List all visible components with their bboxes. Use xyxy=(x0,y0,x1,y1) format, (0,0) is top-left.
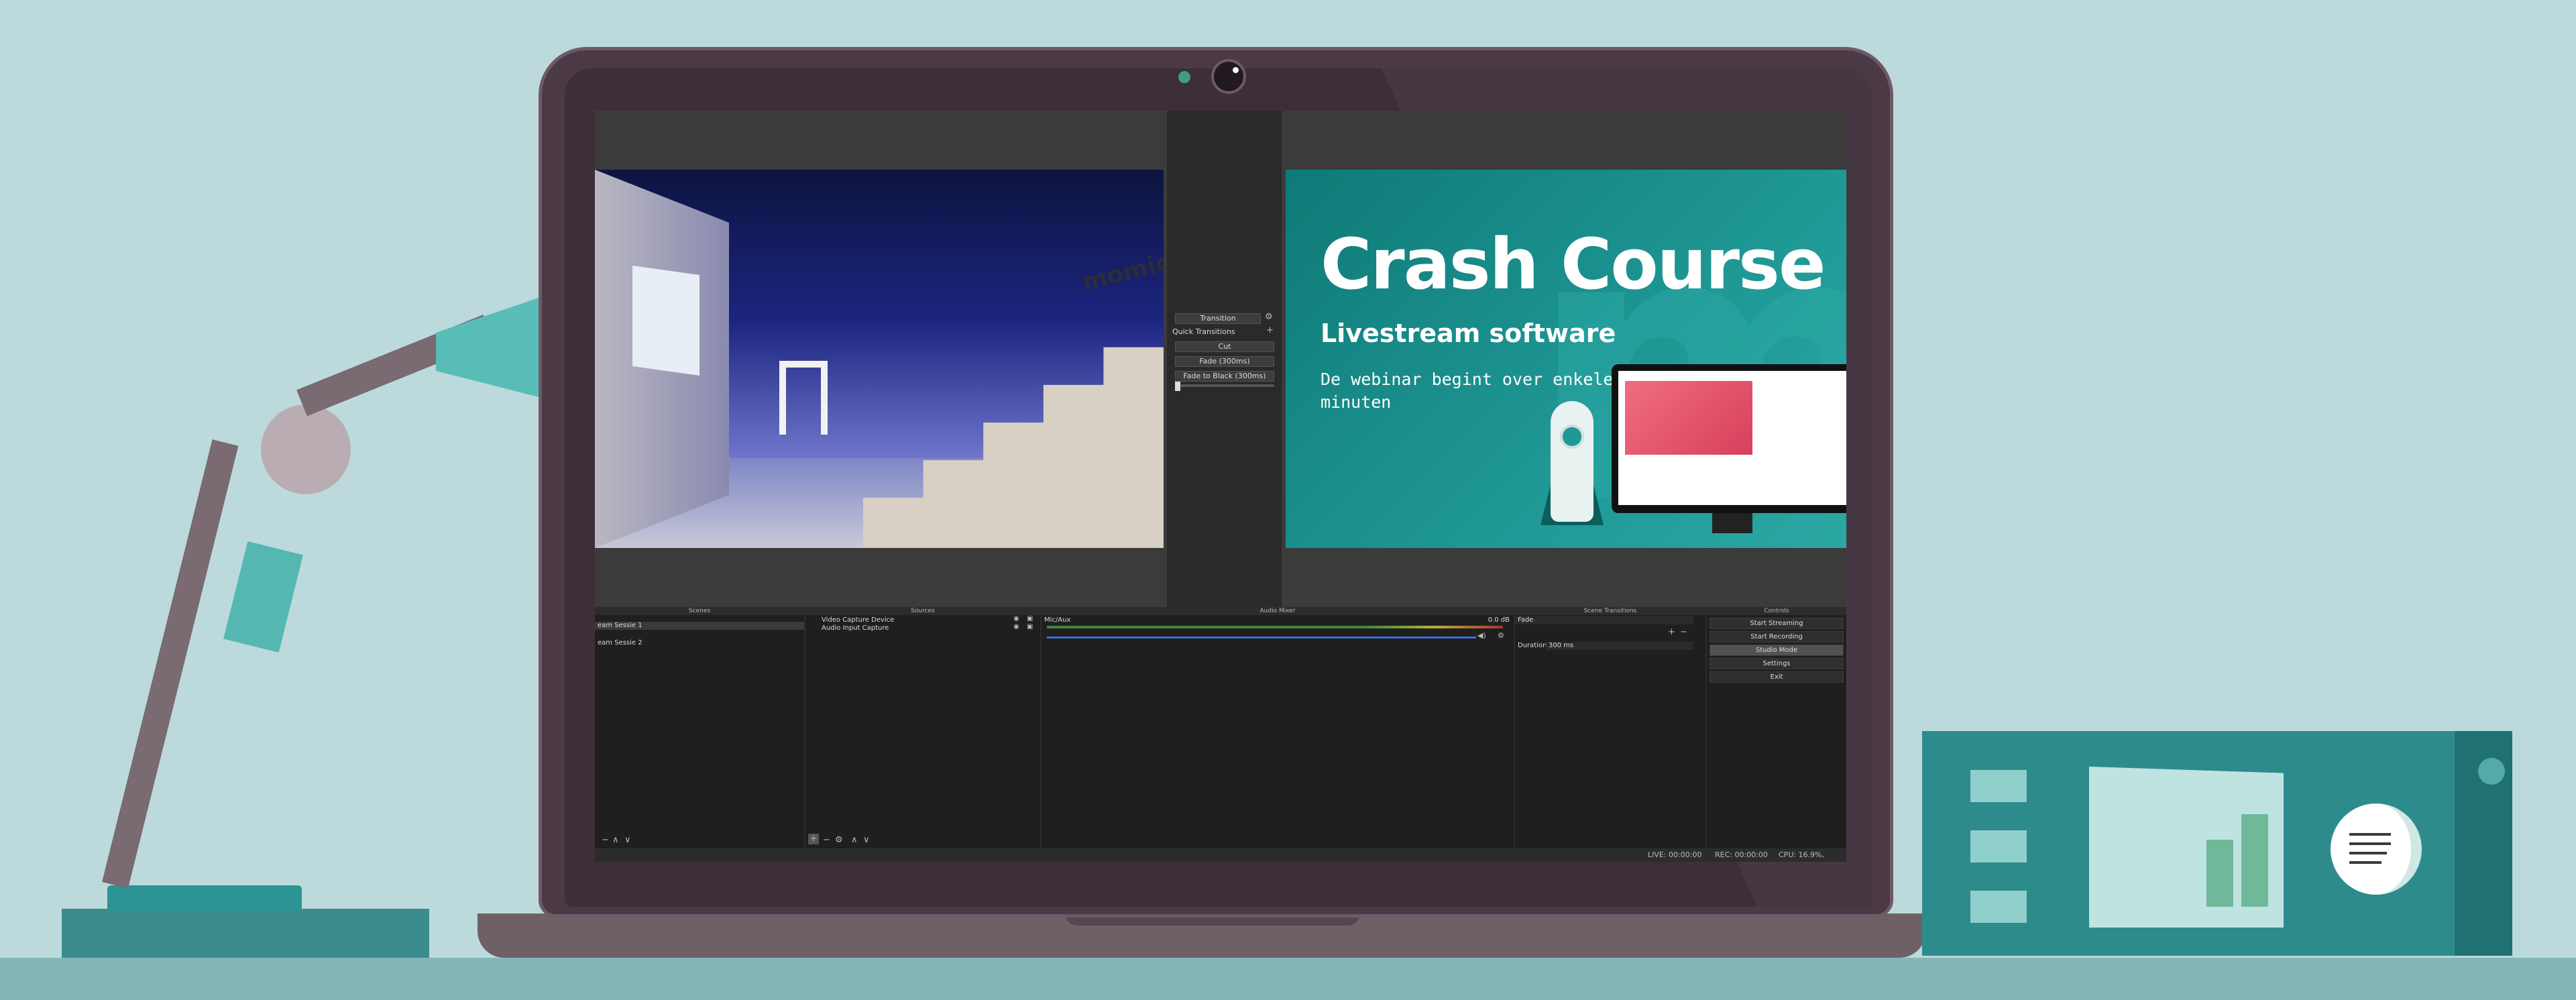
program-slide: m Crash Course Livestream software De we… xyxy=(1286,170,1846,548)
minus-icon[interactable]: − xyxy=(823,835,830,845)
camera-led-icon xyxy=(1178,71,1190,83)
down-arrow-icon[interactable]: ∨ xyxy=(624,835,631,845)
scene-item[interactable]: eam Sessie 2 xyxy=(595,639,804,647)
live-status: LIVE: 00:00:00 xyxy=(1648,850,1702,859)
plus-icon[interactable]: + xyxy=(1668,627,1675,637)
device-bar-icon xyxy=(2206,840,2233,907)
scenes-dock: Scenes eam Sessie 1 eam Sessie 2 − ∧ ∨ xyxy=(595,607,805,848)
audio-mixer-title: Audio Mixer xyxy=(1042,607,1514,615)
transition-slider-handle[interactable] xyxy=(1175,382,1180,391)
eye-icon[interactable]: ◉ xyxy=(1013,623,1019,630)
gear-icon[interactable]: ⚙ xyxy=(1498,631,1504,640)
status-bar: LIVE: 00:00:00 REC: 00:00:00 CPU: 16.9%,… xyxy=(595,848,1846,862)
duration-label: Duration xyxy=(1518,642,1547,649)
quick-transitions-label: Quick Transitions xyxy=(1172,327,1235,336)
studio-mode-button[interactable]: Studio Mode xyxy=(1710,645,1844,656)
controls-title: Controls xyxy=(1707,607,1846,615)
lamp-arm-lower xyxy=(102,439,239,889)
preview-video: momico xyxy=(595,170,1164,548)
transition-slider[interactable] xyxy=(1175,384,1274,387)
rec-status: REC: 00:00:00 xyxy=(1715,850,1768,859)
settings-button[interactable]: Settings xyxy=(1710,658,1844,669)
mixer-level-db: 0.0 dB xyxy=(1488,616,1510,624)
quick-transition-cut[interactable]: Cut xyxy=(1175,341,1274,352)
obs-window: momico Transition ⚙ Quick Transitions + … xyxy=(595,111,1846,862)
device-button xyxy=(1970,770,2027,802)
source-item[interactable]: Video Capture Device xyxy=(805,616,1040,624)
start-recording-button[interactable]: Start Recording xyxy=(1710,631,1844,643)
cpu-status: CPU: 16.9%, 30.00 fps xyxy=(1779,850,1825,859)
transition-button[interactable]: Transition xyxy=(1175,313,1261,324)
scene-transitions-dock: Scene Transitions Fade + − Duration 300 … xyxy=(1515,607,1707,848)
rocket-window xyxy=(1560,425,1584,449)
source-item[interactable]: Audio Input Capture xyxy=(805,624,1040,632)
quick-transition-fade-black[interactable]: Fade to Black (300ms) xyxy=(1175,371,1274,382)
eye-icon[interactable]: ◉ xyxy=(1013,615,1019,622)
speaker-grille-line xyxy=(2349,861,2382,864)
slide-monitor-video xyxy=(1625,381,1752,455)
rocket-icon xyxy=(1551,401,1593,522)
quick-transition-fade[interactable]: Fade (300ms) xyxy=(1175,356,1274,367)
speaker-grille-line xyxy=(2349,833,2391,836)
controls-dock: Controls Start Streaming Start Recording… xyxy=(1707,607,1846,848)
floor xyxy=(0,958,2576,1000)
lamp-base-top xyxy=(107,885,302,911)
speaker-grille-line xyxy=(2349,852,2387,854)
photo-wall-screen xyxy=(632,265,699,376)
up-arrow-icon[interactable]: ∧ xyxy=(851,835,858,845)
minus-icon[interactable]: − xyxy=(1680,627,1687,637)
sources-title: Sources xyxy=(805,607,1040,615)
audio-mixer-dock: Audio Mixer Mic/Aux 0.0 dB ◀) ⚙ xyxy=(1042,607,1515,848)
down-arrow-icon[interactable]: ∨ xyxy=(863,835,870,845)
lamp-base xyxy=(62,909,429,958)
plus-icon[interactable]: + xyxy=(808,834,819,844)
device-button xyxy=(1970,830,2027,863)
transition-select[interactable]: Fade xyxy=(1515,616,1693,624)
slide-monitor-stand xyxy=(1712,513,1752,533)
sources-dock: Sources Video Capture Device Audio Input… xyxy=(805,607,1042,848)
scene-transitions-title: Scene Transitions xyxy=(1515,607,1705,615)
up-arrow-icon[interactable]: ∧ xyxy=(612,835,619,845)
preview-pane[interactable]: momico xyxy=(595,111,1167,607)
slide-title: Crash Course xyxy=(1321,223,1826,305)
slide-subtitle: Livestream software xyxy=(1321,319,1616,348)
lamp-joint xyxy=(261,404,351,494)
device-knob xyxy=(2478,758,2505,785)
lock-icon[interactable]: ▣ xyxy=(1027,615,1033,622)
device-bar-icon xyxy=(2241,814,2268,907)
speaker-icon[interactable]: ◀) xyxy=(1477,631,1486,640)
exit-button[interactable]: Exit xyxy=(1710,671,1844,683)
speaker-grille-line xyxy=(2349,842,2391,845)
plus-icon[interactable]: + xyxy=(1266,325,1274,335)
lock-icon[interactable]: ▣ xyxy=(1027,623,1033,630)
start-streaming-button[interactable]: Start Streaming xyxy=(1710,618,1844,629)
scene-item[interactable]: eam Sessie 1 xyxy=(595,622,804,630)
scenes-title: Scenes xyxy=(595,607,804,615)
volume-slider[interactable] xyxy=(1047,636,1476,638)
lamp-arm-band xyxy=(223,541,303,653)
mixer-meter xyxy=(1047,626,1503,628)
slide-body-text: De webinar begint over enkele minuten xyxy=(1321,370,1614,412)
camera-lens-highlight xyxy=(1233,67,1239,73)
minus-icon[interactable]: − xyxy=(602,835,609,845)
dock-area: Scenes eam Sessie 1 eam Sessie 2 − ∧ ∨ S… xyxy=(595,607,1846,862)
gear-icon[interactable]: ⚙ xyxy=(1265,312,1273,322)
studio-transition-panel: Transition ⚙ Quick Transitions + Cut Fad… xyxy=(1167,111,1282,607)
gear-icon[interactable]: ⚙ xyxy=(835,835,843,845)
photo-table xyxy=(779,361,828,435)
speaker-icon xyxy=(2331,803,2422,895)
camera-icon xyxy=(1211,59,1246,94)
duration-input[interactable]: 300 ms xyxy=(1546,642,1693,650)
device-button xyxy=(1970,891,2027,923)
